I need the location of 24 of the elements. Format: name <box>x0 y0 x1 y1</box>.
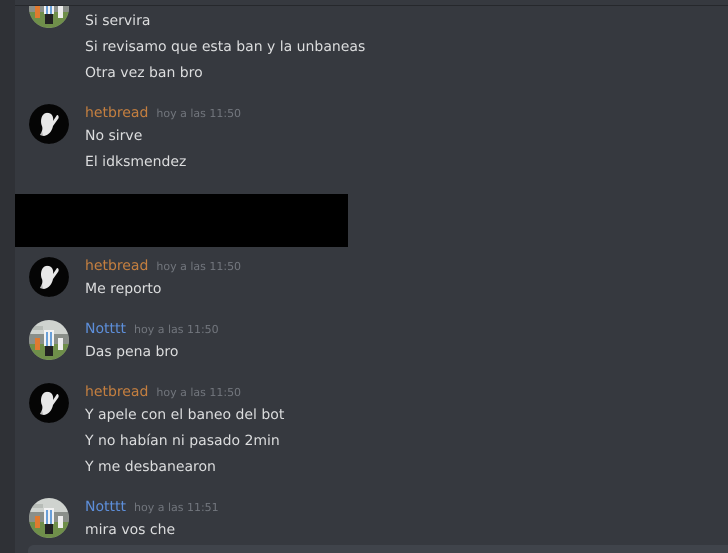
timestamp: hoy a las 11:50 <box>134 322 219 338</box>
timestamp: hoy a las 11:51 <box>134 500 219 516</box>
username[interactable]: hetbread <box>85 382 148 403</box>
timestamp: hoy a las 11:50 <box>156 259 242 275</box>
message-text: No sirve <box>85 127 144 146</box>
username[interactable]: hetbread <box>85 103 148 124</box>
message-text: Y me desbanearon <box>85 458 217 477</box>
message-text: mira vos che <box>85 521 176 540</box>
username[interactable]: Notttt <box>85 497 126 518</box>
avatar-icon[interactable] <box>29 257 69 297</box>
username[interactable]: Notttt <box>85 319 126 340</box>
message-text: Y apele con el baneo del bot <box>85 406 284 425</box>
message-text: Si servira <box>85 12 152 31</box>
message-text: El idksmendez <box>85 153 188 172</box>
timestamp: hoy a las 11:50 <box>156 385 242 401</box>
username[interactable]: hetbread <box>85 256 148 277</box>
message-text: Si revisamo que esta ban y la unbaneas <box>85 38 366 57</box>
message-text: Das pena bro <box>85 343 180 362</box>
timestamp: hoy a las 11:50 <box>156 106 242 122</box>
message-text: Me reporto <box>85 280 162 299</box>
avatar-icon[interactable] <box>29 383 69 423</box>
message-text: Otra vez ban bro <box>85 64 204 83</box>
avatar-icon[interactable] <box>29 104 69 144</box>
message-text: Y no habían ni pasado 2min <box>85 432 281 451</box>
